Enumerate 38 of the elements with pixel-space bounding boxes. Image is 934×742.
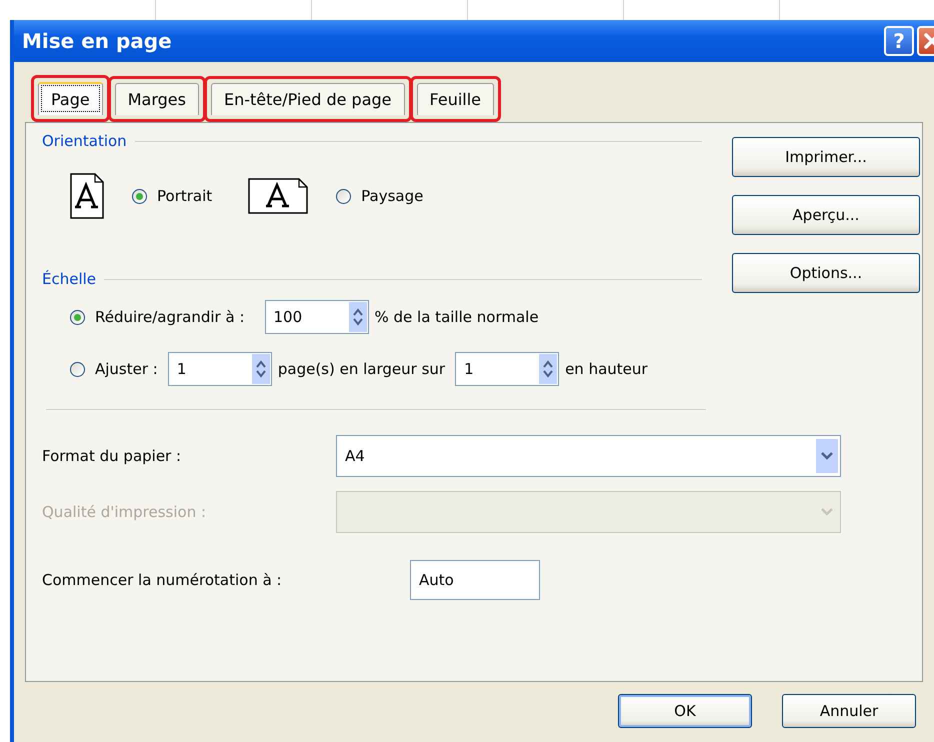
dropdown-field[interactable] [336,491,841,533]
field-label: Format du papier : [42,447,182,465]
input-field[interactable]: Auto [410,560,540,600]
window-title: Mise en page [22,29,173,53]
dialog-button[interactable]: Imprimer... [732,137,920,177]
dialog-button[interactable]: Annuler [782,694,916,728]
dialog-button[interactable]: Aperçu... [732,195,920,235]
dropdown-field[interactable]: A4 [336,435,841,477]
radio-button[interactable] [336,188,352,204]
spin-arrows-icon[interactable] [348,302,367,332]
field-label: Commencer la numérotation à : [42,571,283,589]
tab[interactable]: Page [38,82,103,115]
group-heading: Orientation [42,132,127,150]
spin-arrows-icon[interactable] [539,354,558,384]
field-suffix: page(s) en largeur sur [278,360,446,378]
radio-button[interactable] [70,310,85,324]
radio-label: Réduire/agrandir à : [95,308,245,326]
radio-label: Ajuster : [95,360,158,378]
spin-field[interactable]: 1 [455,352,560,386]
radio-button[interactable] [70,362,85,376]
field-label: Qualité d'impression : [42,503,208,521]
field-suffix: en hauteur [565,360,648,378]
spin-field[interactable]: 100 [264,300,369,334]
tab[interactable]: Marges [114,83,199,115]
radio-button[interactable] [132,188,147,204]
portrait-page-icon [70,173,104,219]
help-button[interactable]: ? [884,26,914,56]
dialog-button[interactable]: Options... [732,253,920,293]
field-suffix: % de la taille normale [374,308,539,326]
group-heading: Échelle [42,270,96,288]
tab[interactable]: En-tête/Pied de page [210,83,405,115]
spin-field[interactable]: 1 [168,352,272,386]
radio-label: Paysage [361,187,424,205]
dialog-button[interactable]: OK [618,694,752,728]
spin-arrows-icon[interactable] [252,354,270,384]
radio-label: Portrait [157,187,212,205]
tab[interactable]: Feuille [416,83,494,115]
landscape-page-icon [248,178,308,214]
